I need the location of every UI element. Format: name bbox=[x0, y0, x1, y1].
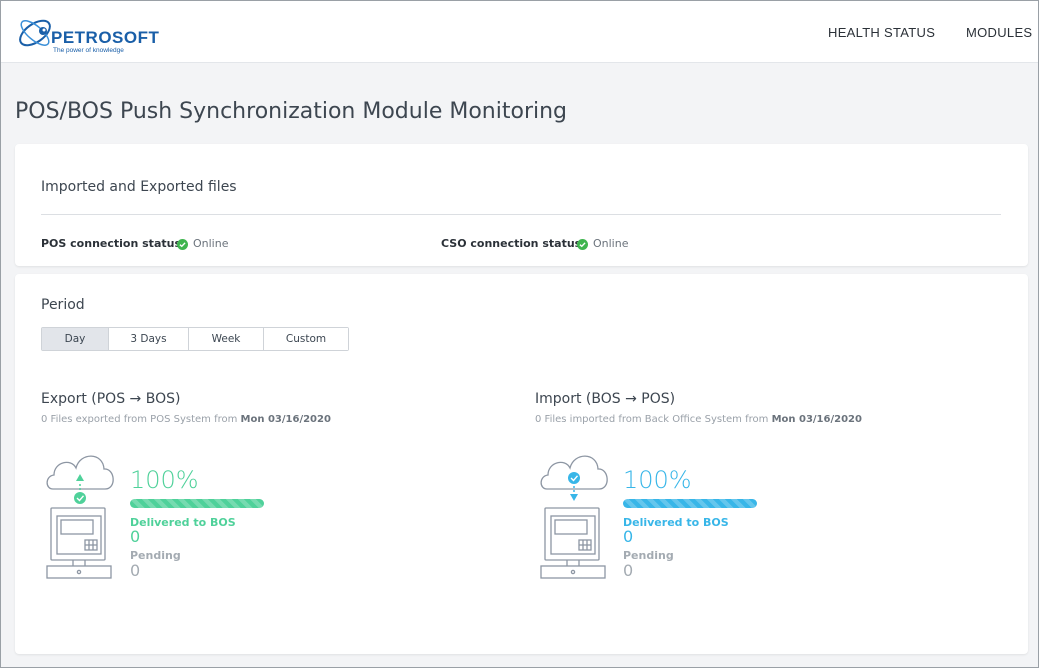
export-delivered-label: Delivered to BOS bbox=[130, 516, 236, 529]
export-subtitle-text: 0 Files exported from POS System from bbox=[41, 414, 241, 425]
cso-connection-status: Online bbox=[593, 237, 629, 250]
check-circle-icon bbox=[177, 239, 188, 250]
import-title: Import (BOS → POS) bbox=[535, 391, 676, 407]
top-navbar: PETROSOFT The power of knowledge HEALTH … bbox=[1, 1, 1038, 63]
import-percent: 100% bbox=[623, 466, 692, 494]
logo-orbit-icon bbox=[19, 19, 51, 47]
sync-stats-card: Period Day 3 Days Week Custom Export (PO… bbox=[15, 274, 1028, 654]
logo-tagline: The power of knowledge bbox=[53, 47, 124, 54]
nav-modules[interactable]: MODULES bbox=[966, 25, 1032, 40]
pos-terminal-icon bbox=[46, 507, 112, 579]
pos-connection-status: Online bbox=[193, 237, 229, 250]
export-date: Mon 03/16/2020 bbox=[240, 414, 331, 425]
import-delivered-label: Delivered to BOS bbox=[623, 516, 729, 529]
period-title: Period bbox=[41, 297, 85, 313]
import-progress-bar bbox=[623, 499, 757, 508]
export-illustration bbox=[46, 455, 114, 579]
export-title: Export (POS → BOS) bbox=[41, 391, 181, 407]
page-title: POS/BOS Push Synchronization Module Moni… bbox=[15, 99, 568, 124]
export-pending-value: 0 bbox=[130, 561, 141, 580]
cso-connection-label: CSO connection status bbox=[441, 237, 582, 250]
down-arrow-icon bbox=[570, 494, 578, 501]
petrosoft-logo[interactable]: PETROSOFT The power of knowledge bbox=[13, 9, 163, 55]
files-card-title: Imported and Exported files bbox=[41, 179, 237, 195]
import-illustration bbox=[540, 455, 608, 579]
period-selector: Day 3 Days Week Custom bbox=[41, 327, 349, 351]
pos-terminal-icon bbox=[540, 507, 606, 579]
period-option-3-days[interactable]: 3 Days bbox=[109, 328, 189, 350]
card-divider bbox=[41, 214, 1001, 215]
period-option-week[interactable]: Week bbox=[189, 328, 264, 350]
check-circle-icon bbox=[74, 492, 86, 504]
pos-connection-label: POS connection status bbox=[41, 237, 181, 250]
logo-text: PETROSOFT bbox=[51, 28, 160, 47]
import-date: Mon 03/16/2020 bbox=[771, 414, 862, 425]
import-delivered-value: 0 bbox=[623, 527, 634, 546]
import-subtitle-text: 0 Files imported from Back Office System… bbox=[535, 414, 772, 425]
import-subtitle: 0 Files imported from Back Office System… bbox=[535, 414, 862, 425]
export-percent: 100% bbox=[130, 466, 199, 494]
period-option-custom[interactable]: Custom bbox=[264, 328, 348, 350]
check-circle-icon bbox=[577, 239, 588, 250]
import-pending-value: 0 bbox=[623, 561, 634, 580]
nav-health-status[interactable]: HEALTH STATUS bbox=[828, 25, 935, 40]
files-status-card: Imported and Exported files POS connecti… bbox=[15, 144, 1028, 266]
export-subtitle: 0 Files exported from POS System from Mo… bbox=[41, 414, 331, 425]
check-circle-icon bbox=[568, 472, 580, 484]
period-option-day[interactable]: Day bbox=[42, 328, 109, 350]
export-progress-bar bbox=[130, 499, 264, 508]
export-delivered-value: 0 bbox=[130, 527, 141, 546]
